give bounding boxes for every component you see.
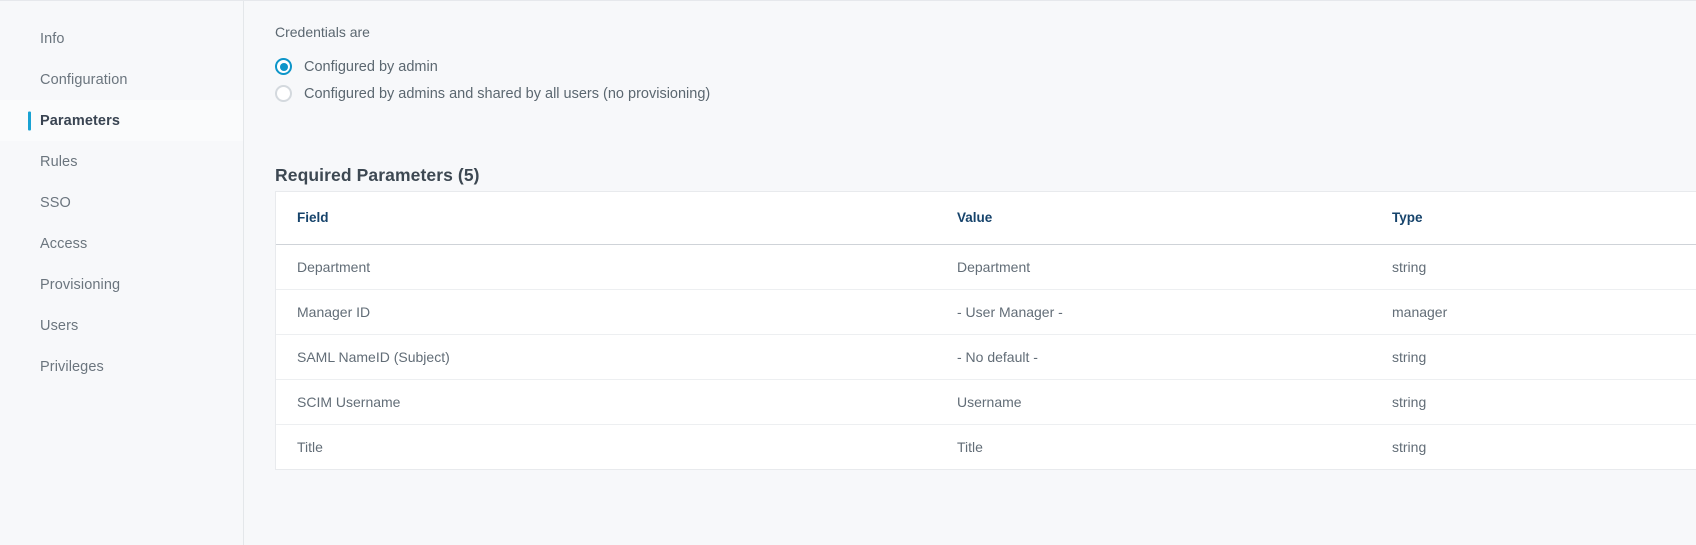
sidebar-item-sso[interactable]: SSO [0, 182, 243, 223]
cell-value: - User Manager - [936, 289, 1371, 335]
sidebar-item-rules[interactable]: Rules [0, 141, 243, 182]
radio-unselected-icon[interactable] [275, 85, 292, 102]
sidebar-nav: Info Configuration Parameters Rules SSO … [0, 1, 244, 545]
required-parameters-table: Field Value Type Department Department s… [276, 192, 1696, 469]
app-page: Info Configuration Parameters Rules SSO … [0, 0, 1696, 545]
sidebar-item-label: Privileges [40, 358, 104, 375]
sidebar-item-configuration[interactable]: Configuration [0, 59, 243, 100]
sidebar-item-privileges[interactable]: Privileges [0, 346, 243, 387]
cell-value: Department [936, 244, 1371, 290]
credentials-label: Credentials are [275, 24, 370, 40]
table-header: Field Value Type [276, 192, 1696, 245]
sidebar-item-label: Rules [40, 153, 78, 170]
cell-field: Title [276, 424, 936, 469]
cell-type: manager [1371, 289, 1696, 335]
table-header-row: Field Value Type [276, 192, 1696, 245]
table-row[interactable]: SAML NameID (Subject) - No default - str… [276, 334, 1696, 380]
cell-value: Title [936, 424, 1371, 469]
column-header-value[interactable]: Value [936, 192, 1371, 245]
cell-type: string [1371, 244, 1696, 290]
column-header-field[interactable]: Field [276, 192, 936, 245]
sidebar-item-label: Parameters [40, 112, 120, 129]
column-header-type[interactable]: Type [1371, 192, 1696, 245]
sidebar-item-users[interactable]: Users [0, 305, 243, 346]
sidebar-item-parameters[interactable]: Parameters [0, 100, 243, 141]
table-row[interactable]: Title Title string [276, 424, 1696, 469]
radio-option-label: Configured by admins and shared by all u… [304, 85, 711, 102]
radio-selected-icon[interactable] [275, 58, 292, 75]
sidebar-item-access[interactable]: Access [0, 223, 243, 264]
sidebar-item-label: Users [40, 317, 79, 334]
cell-type: string [1371, 424, 1696, 469]
table-row[interactable]: Manager ID - User Manager - manager [276, 289, 1696, 335]
sidebar-item-label: SSO [40, 194, 71, 211]
page-title: Required Parameters (5) [275, 164, 480, 185]
cell-type: string [1371, 334, 1696, 380]
sidebar-item-label: Provisioning [40, 276, 121, 293]
main-content: Credentials are Configured by admin Conf… [244, 1, 1696, 545]
cell-type: string [1371, 379, 1696, 425]
sidebar-item-info[interactable]: Info [0, 18, 243, 59]
sidebar-item-provisioning[interactable]: Provisioning [0, 264, 243, 305]
sidebar-item-label: Configuration [40, 71, 128, 88]
cell-field: Department [276, 244, 936, 290]
cell-field: SAML NameID (Subject) [276, 334, 936, 380]
sidebar-item-label: Info [40, 30, 65, 47]
sidebar-item-label: Access [40, 235, 88, 252]
cell-value: Username [936, 379, 1371, 425]
radio-option-configured-by-admins-shared[interactable]: Configured by admins and shared by all u… [275, 81, 710, 106]
radio-option-configured-by-admin[interactable]: Configured by admin [275, 54, 710, 79]
table-body: Department Department string Manager ID … [276, 244, 1696, 469]
cell-field: Manager ID [276, 289, 936, 335]
cell-field: SCIM Username [276, 379, 936, 425]
required-parameters-table-card: Field Value Type Department Department s… [275, 191, 1696, 470]
table-row[interactable]: Department Department string [276, 244, 1696, 290]
cell-value: - No default - [936, 334, 1371, 380]
radio-option-label: Configured by admin [304, 58, 438, 75]
table-row[interactable]: SCIM Username Username string [276, 379, 1696, 425]
credentials-radio-group: Configured by admin Configured by admins… [275, 54, 710, 108]
